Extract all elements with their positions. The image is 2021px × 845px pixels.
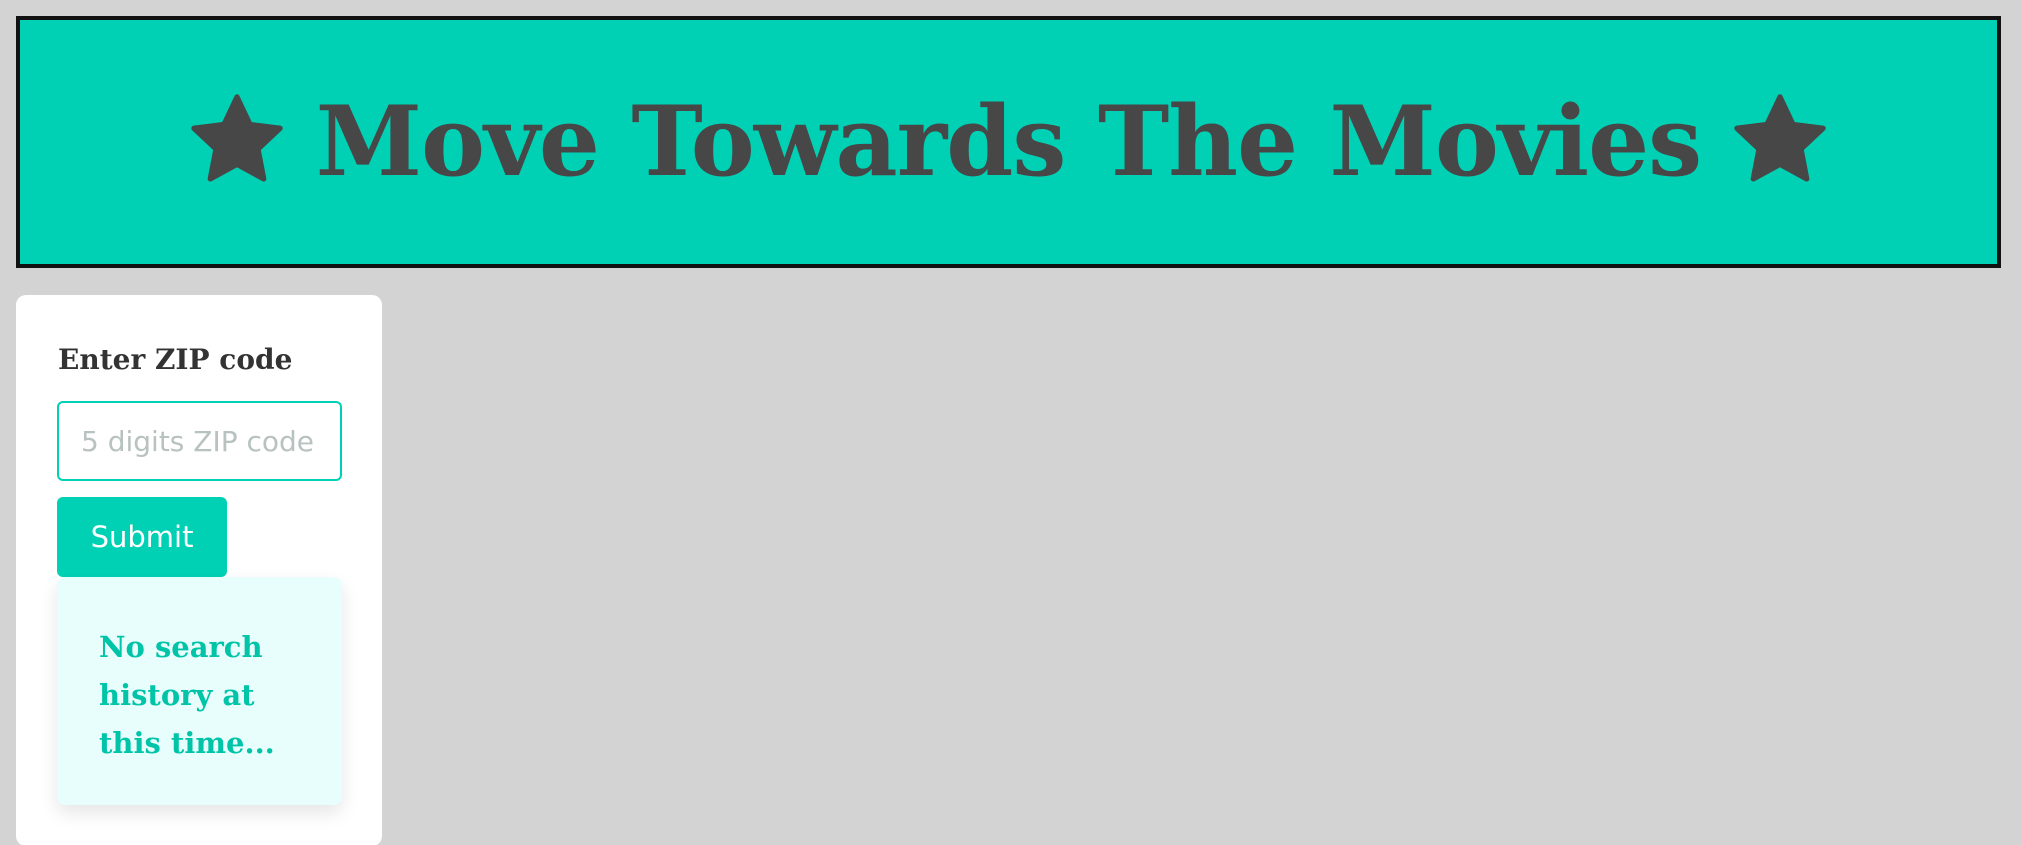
search-panel: Enter ZIP code Submit No search history …	[16, 295, 382, 845]
search-history-panel: No search history at this time...	[57, 577, 342, 805]
zip-code-input[interactable]	[57, 401, 342, 481]
page-title: Move Towards The Movies	[315, 85, 1702, 198]
zip-code-label: Enter ZIP code	[58, 343, 293, 376]
header-title-group: Move Towards The Movies	[184, 30, 1833, 255]
site-header: Move Towards The Movies	[16, 16, 2001, 268]
submit-button[interactable]: Submit	[57, 497, 227, 577]
star-icon	[1734, 94, 1826, 182]
search-history-empty-message: No search history at this time...	[99, 630, 275, 760]
star-icon	[191, 94, 283, 182]
